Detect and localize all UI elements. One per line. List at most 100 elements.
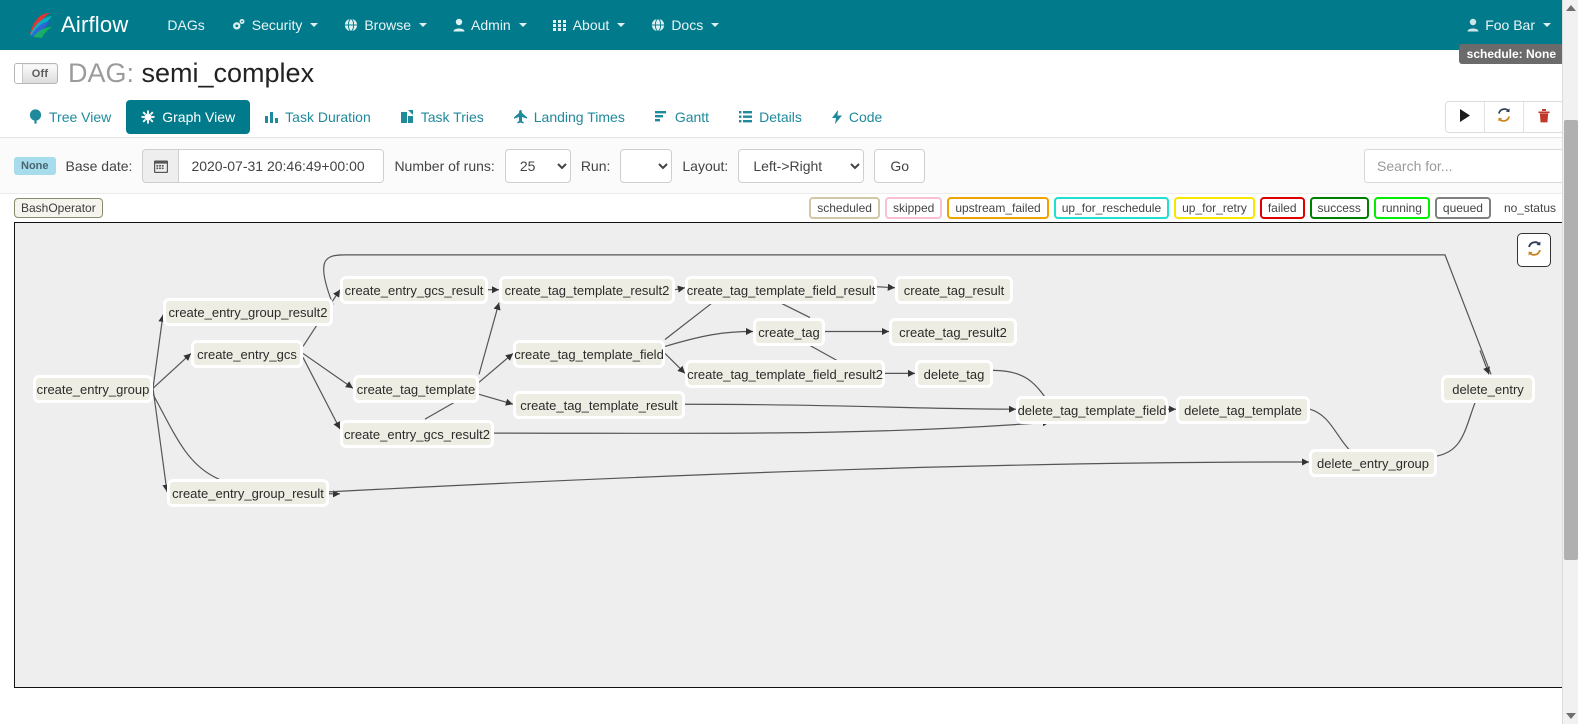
graph-node[interactable]: delete_tag (915, 360, 993, 388)
tab-landing-times[interactable]: Landing Times (499, 100, 640, 134)
nav-label-dags: DAGs (167, 17, 204, 33)
go-button[interactable]: Go (874, 149, 925, 183)
dag-graph-canvas[interactable]: create_entry_group create_entry_group_re… (14, 222, 1564, 688)
graph-node[interactable]: create_tag (753, 318, 825, 346)
view-tabs: Tree View Graph View (0, 93, 1578, 138)
nav-label-admin: Admin (471, 17, 511, 33)
state-pill-success[interactable]: success (1310, 197, 1369, 219)
toggle-state-label: Off (23, 68, 57, 80)
globe-icon (344, 18, 358, 32)
delete-dag-button[interactable] (1524, 102, 1563, 132)
bar-chart-icon (265, 110, 278, 123)
tab-task-tries[interactable]: Task Tries (386, 100, 499, 134)
graph-node[interactable]: create_entry_gcs (191, 340, 303, 368)
nav-item-dags[interactable]: DAGs (154, 9, 217, 41)
tab-gantt[interactable]: Gantt (640, 100, 724, 134)
chevron-down-icon (310, 23, 318, 27)
tab-label: Gantt (675, 109, 709, 125)
graph-node[interactable]: create_tag_template (353, 375, 479, 403)
airflow-logo-icon (26, 10, 56, 40)
trigger-dag-button[interactable] (1446, 102, 1485, 132)
tab-details[interactable]: Details (724, 100, 817, 134)
globe-icon (651, 18, 665, 32)
graph-node[interactable]: delete_tag_template (1176, 396, 1310, 424)
user-menu[interactable]: Foo Bar (1454, 9, 1564, 41)
scroll-up-arrow[interactable] (1563, 0, 1579, 16)
bolt-icon (832, 110, 842, 124)
refresh-icon (1496, 107, 1512, 126)
grid-icon (553, 18, 567, 32)
tab-label: Graph View (162, 109, 235, 125)
graph-node[interactable]: create_entry_group (33, 375, 153, 403)
refresh-button[interactable] (1485, 102, 1524, 132)
schedule-tooltip: schedule: None (1459, 44, 1564, 64)
state-pill-scheduled[interactable]: scheduled (809, 197, 880, 219)
state-pill-skipped[interactable]: skipped (885, 197, 942, 219)
vertical-scrollbar[interactable] (1562, 0, 1578, 724)
graph-refresh-button[interactable] (1517, 233, 1551, 267)
graph-node[interactable]: delete_tag_template_field (1016, 396, 1168, 424)
graph-node[interactable]: create_tag_template_result2 (499, 276, 675, 304)
graph-node[interactable]: create_entry_group_result (167, 479, 329, 507)
state-pill-up-for-retry[interactable]: up_for_retry (1174, 197, 1255, 219)
state-pill-queued[interactable]: queued (1435, 197, 1491, 219)
graph-node[interactable]: create_entry_gcs_result (340, 276, 488, 304)
run-select[interactable] (620, 149, 672, 183)
graph-icon (141, 110, 155, 124)
graph-node[interactable]: create_tag_template_field_result (685, 276, 877, 304)
search-input[interactable] (1364, 149, 1564, 183)
page-root: Airflow DAGs Security (0, 0, 1578, 724)
state-pill-running[interactable]: running (1374, 197, 1430, 219)
refresh-icon (1526, 240, 1543, 260)
state-pill-upstream-failed[interactable]: upstream_failed (947, 197, 1048, 219)
scrollbar-thumb[interactable] (1564, 120, 1578, 560)
user-icon (1467, 18, 1479, 32)
calendar-icon[interactable] (142, 149, 178, 183)
graph-node[interactable]: create_entry_gcs_result2 (340, 420, 494, 448)
trash-icon (1537, 108, 1551, 126)
dag-title-row: Off DAG: semi_complex schedule: None (0, 50, 1578, 93)
tab-tree-view[interactable]: Tree View (14, 100, 126, 134)
nav-item-docs[interactable]: Docs (638, 9, 732, 41)
layout-label: Layout: (682, 158, 728, 174)
operator-legend-badge: BashOperator (14, 198, 103, 218)
graph-node[interactable]: create_tag_result2 (889, 318, 1017, 346)
num-runs-select[interactable]: 25 (505, 149, 571, 183)
state-pill-failed[interactable]: failed (1260, 197, 1305, 219)
top-navbar: Airflow DAGs Security (0, 0, 1578, 50)
graph-node[interactable]: create_tag_template_field_result2 (685, 360, 885, 388)
graph-node[interactable]: delete_entry (1441, 375, 1535, 403)
nav-item-about[interactable]: About (540, 9, 639, 41)
graph-node[interactable]: create_tag_result (895, 276, 1013, 304)
nav-right: Foo Bar (1454, 9, 1564, 41)
tries-icon (401, 110, 414, 124)
base-date-label: Base date: (66, 158, 133, 174)
tab-code[interactable]: Code (817, 100, 897, 134)
nav-label-browse: Browse (364, 17, 411, 33)
graph-node[interactable]: delete_entry_group (1309, 449, 1437, 477)
chevron-down-icon (711, 23, 719, 27)
chevron-down-icon (617, 23, 625, 27)
list-icon (739, 111, 752, 123)
graph-node[interactable]: create_tag_template_result (513, 391, 685, 419)
tab-label: Task Tries (421, 109, 484, 125)
nav-label-security: Security (252, 17, 303, 33)
dag-id: semi_complex (142, 58, 315, 88)
graph-node[interactable]: create_entry_group_result2 (163, 298, 333, 326)
nav-item-security[interactable]: Security (218, 9, 332, 41)
scroll-down-arrow[interactable] (1563, 708, 1579, 724)
tab-label: Landing Times (534, 109, 625, 125)
nav-item-admin[interactable]: Admin (440, 9, 540, 41)
state-pill-up-for-reschedule[interactable]: up_for_reschedule (1054, 197, 1169, 219)
state-legend: scheduled skipped upstream_failed up_for… (809, 197, 1564, 219)
tab-graph-view[interactable]: Graph View (126, 100, 250, 134)
brand-logo[interactable]: Airflow (26, 10, 128, 40)
layout-select[interactable]: Left->Right (738, 149, 864, 183)
dag-pause-toggle[interactable]: Off (14, 63, 58, 84)
tab-task-duration[interactable]: Task Duration (250, 100, 386, 134)
state-pill-no-status[interactable]: no_status (1496, 197, 1564, 219)
plane-icon (514, 110, 527, 124)
nav-item-browse[interactable]: Browse (331, 9, 440, 41)
base-date-input[interactable] (178, 149, 384, 183)
graph-node[interactable]: create_tag_template_field (513, 340, 665, 368)
